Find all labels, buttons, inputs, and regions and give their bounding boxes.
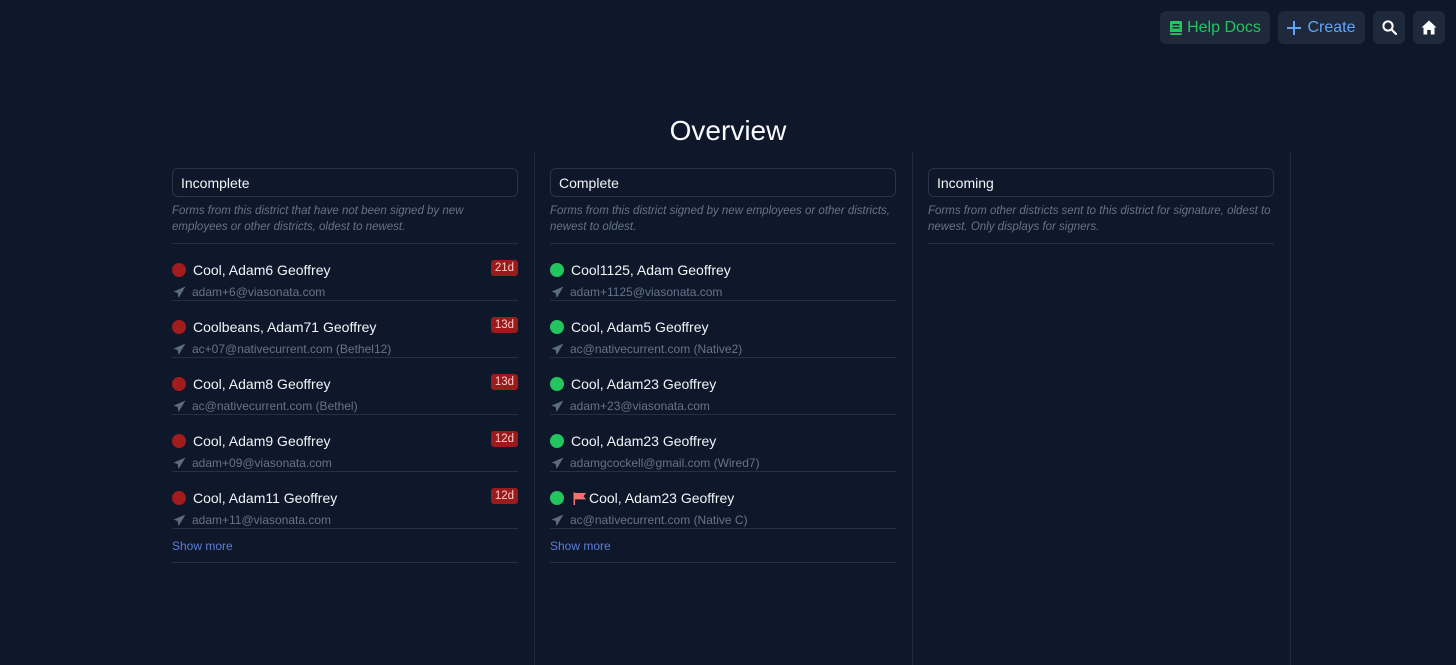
paper-plane-icon — [551, 286, 564, 299]
home-button[interactable] — [1413, 11, 1445, 44]
complete-description: Forms from this district signed by new e… — [550, 203, 896, 244]
employee-email: adam+09@viasonata.com — [192, 456, 332, 470]
list-item[interactable]: Cool, Adam23 Geoffrey adam+23@viasonata.… — [550, 358, 896, 415]
employee-name: Cool, Adam23 Geoffrey — [571, 433, 717, 449]
employee-name: Cool1125, Adam Geoffrey — [571, 262, 731, 278]
age-badge: 12d — [490, 488, 518, 504]
column-divider — [1290, 152, 1291, 665]
book-icon — [1169, 20, 1183, 36]
search-button[interactable] — [1373, 11, 1405, 44]
employee-email: ac@nativecurrent.com (Bethel) — [192, 399, 358, 413]
top-toolbar: Help Docs Create — [1160, 11, 1445, 44]
incomplete-list: Cool, Adam6 Geoffrey 21d adam+6@viasonat… — [172, 244, 518, 563]
employee-name: Cool, Adam11 Geoffrey — [193, 490, 338, 506]
search-icon — [1381, 20, 1397, 35]
home-icon — [1421, 20, 1437, 35]
paper-plane-icon — [551, 400, 564, 413]
employee-name: Cool, Adam23 Geoffrey — [589, 490, 735, 506]
list-item[interactable]: Cool1125, Adam Geoffrey adam+1125@viason… — [550, 244, 896, 301]
employee-email: adam+6@viasonata.com — [192, 285, 326, 299]
employee-email: ac+07@nativecurrent.com (Bethel12) — [192, 342, 392, 356]
help-docs-label: Help Docs — [1187, 18, 1261, 36]
status-dot — [550, 434, 564, 448]
status-dot — [550, 263, 564, 277]
status-dot — [550, 377, 564, 391]
column-divider — [534, 152, 535, 665]
age-badge: 13d — [490, 374, 518, 390]
employee-email: ac@nativecurrent.com (Native C) — [570, 513, 748, 527]
list-item[interactable]: Cool, Adam11 Geoffrey 12d adam+11@viason… — [172, 472, 518, 529]
list-item[interactable]: Cool, Adam23 Geoffrey adamgcockell@gmail… — [550, 415, 896, 472]
paper-plane-icon — [173, 400, 186, 413]
incoming-description: Forms from other districts sent to this … — [928, 203, 1274, 244]
status-dot — [172, 491, 186, 505]
plus-icon — [1287, 20, 1302, 35]
page-title: Overview — [669, 115, 787, 146]
employee-email: adam+11@viasonata.com — [192, 513, 332, 527]
flag-icon — [573, 492, 587, 505]
paper-plane-icon — [173, 457, 186, 470]
status-dot — [172, 320, 186, 334]
age-badge: 21d — [490, 260, 518, 276]
status-dot — [172, 377, 186, 391]
list-item[interactable]: Cool, Adam9 Geoffrey 12d adam+09@viasona… — [172, 415, 518, 472]
list-item[interactable]: Coolbeans, Adam71 Geoffrey 13d ac+07@nat… — [172, 301, 518, 358]
paper-plane-icon — [173, 343, 186, 356]
employee-email: ac@nativecurrent.com (Native2) — [570, 342, 743, 356]
status-dot — [550, 320, 564, 334]
incoming-header-field[interactable]: Incoming — [928, 168, 1274, 197]
employee-name: Cool, Adam8 Geoffrey — [193, 376, 331, 392]
employee-name: Cool, Adam5 Geoffrey — [571, 319, 709, 335]
list-item[interactable]: Cool, Adam8 Geoffrey 13d ac@nativecurren… — [172, 358, 518, 415]
create-label: Create — [1307, 18, 1356, 36]
employee-email: adam+1125@viasonata.com — [570, 285, 723, 299]
list-item[interactable]: Cool, Adam5 Geoffrey ac@nativecurrent.co… — [550, 301, 896, 358]
employee-name: Cool, Adam6 Geoffrey — [193, 262, 331, 278]
show-more-link[interactable]: Show more — [550, 529, 896, 563]
column-divider — [912, 152, 913, 665]
paper-plane-icon — [551, 343, 564, 356]
paper-plane-icon — [551, 514, 564, 527]
paper-plane-icon — [551, 457, 564, 470]
employee-email: adam+23@viasonata.com — [570, 399, 710, 413]
help-docs-button[interactable]: Help Docs — [1160, 11, 1270, 44]
incomplete-header-field[interactable]: Incomplete — [172, 168, 518, 197]
incomplete-description: Forms from this district that have not b… — [172, 203, 518, 244]
employee-email: adamgcockell@gmail.com (Wired7) — [570, 456, 760, 470]
status-dot — [550, 491, 564, 505]
create-button[interactable]: Create — [1278, 11, 1365, 44]
list-item[interactable]: Cool, Adam6 Geoffrey 21d adam+6@viasonat… — [172, 244, 518, 301]
show-more-link[interactable]: Show more — [172, 529, 518, 563]
list-item[interactable]: Cool, Adam23 Geoffrey ac@nativecurrent.c… — [550, 472, 896, 529]
status-dot — [172, 434, 186, 448]
incoming-column: Incoming Forms from other districts sent… — [928, 168, 1274, 244]
paper-plane-icon — [173, 514, 186, 527]
age-badge: 12d — [490, 431, 518, 447]
status-dot — [172, 263, 186, 277]
employee-name: Cool, Adam9 Geoffrey — [193, 433, 331, 449]
incomplete-column: Incomplete Forms from this district that… — [172, 168, 518, 563]
employee-name: Coolbeans, Adam71 Geoffrey — [193, 319, 377, 335]
complete-header-field[interactable]: Complete — [550, 168, 896, 197]
complete-list: Cool1125, Adam Geoffrey adam+1125@viason… — [550, 244, 896, 563]
employee-name: Cool, Adam23 Geoffrey — [571, 376, 717, 392]
complete-column: Complete Forms from this district signed… — [550, 168, 896, 563]
paper-plane-icon — [173, 286, 186, 299]
age-badge: 13d — [490, 317, 518, 333]
